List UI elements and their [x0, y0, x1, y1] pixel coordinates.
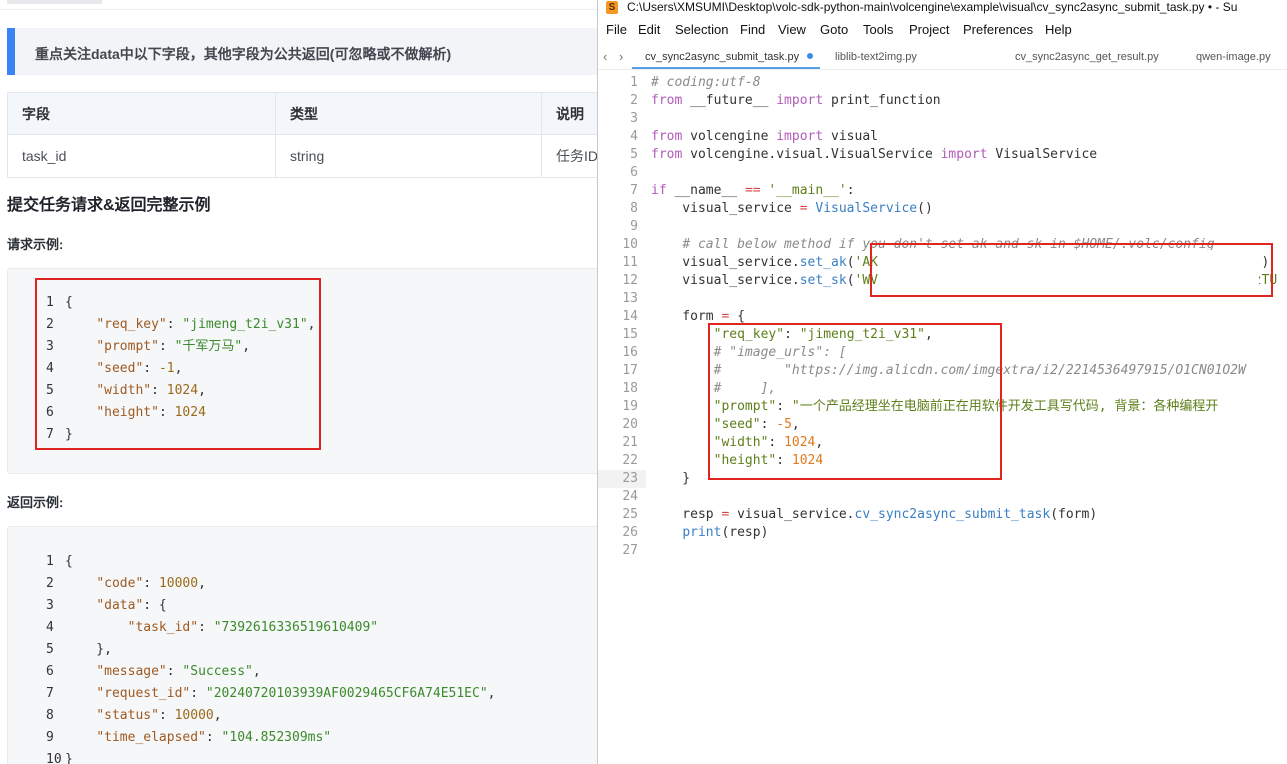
- menu-goto[interactable]: Goto: [820, 22, 848, 37]
- divider: [0, 9, 598, 10]
- code-text-area[interactable]: # coding:utf-8 from __future__ import pr…: [651, 74, 1277, 560]
- menu-view[interactable]: View: [778, 22, 806, 37]
- table-header: 类型: [275, 92, 542, 135]
- request-example-label: 请求示例:: [7, 237, 64, 252]
- response-example-label: 返回示例:: [7, 495, 64, 510]
- table-header: 说明: [541, 92, 598, 135]
- truncated-heading: [7, 0, 102, 4]
- table-row: task_id string 任务ID: [7, 134, 598, 178]
- menu-tools[interactable]: Tools: [863, 22, 893, 37]
- tab-liblib-text2img[interactable]: liblib-text2img.py: [835, 51, 917, 63]
- menu-find[interactable]: Find: [740, 22, 765, 37]
- highlight-box: [35, 278, 321, 450]
- menu-preferences[interactable]: Preferences: [963, 22, 1033, 37]
- unsaved-dot-icon: [807, 53, 814, 59]
- active-tab-indicator: [632, 67, 820, 69]
- chevron-left-icon[interactable]: ‹: [603, 49, 607, 64]
- notice-text: 重点关注data中以下字段，其他字段为公共返回(可忽略或不做解析): [35, 46, 452, 62]
- menu-help[interactable]: Help: [1045, 22, 1072, 37]
- chevron-right-icon[interactable]: ›: [619, 49, 623, 64]
- response-code-block: 1{ 2 "code": 10000, 3 "data": { 4 "task_…: [7, 526, 598, 764]
- tab-qwen-image[interactable]: qwen-image.py: [1196, 51, 1271, 63]
- fields-table: 字段 类型 说明 task_id string 任务ID: [7, 92, 598, 178]
- notice-callout: 重点关注data中以下字段，其他字段为公共返回(可忽略或不做解析): [7, 28, 598, 75]
- highlight-box: [708, 323, 1002, 480]
- highlight-box: [870, 243, 1273, 297]
- title-bar: S C:\Users\XMSUMI\Desktop\volc-sdk-pytho…: [598, 0, 1287, 16]
- table-header: 字段: [7, 92, 276, 135]
- tab-cv-sync2async-submit-task[interactable]: cv_sync2async_submit_task.py: [645, 51, 814, 63]
- table-cell: task_id: [7, 134, 276, 178]
- line-number-gutter: 12345 6 7 8 9 10 11 12 13 14 15 16 17 18 19 20 21 22 2…: [622, 75, 638, 558]
- table-cell: string: [275, 134, 542, 178]
- section-title: 提交任务请求&返回完整示例: [7, 197, 211, 214]
- menu-selection[interactable]: Selection: [675, 22, 728, 37]
- menu-edit[interactable]: Edit: [638, 22, 660, 37]
- doc-page: 重点关注data中以下字段，其他字段为公共返回(可忽略或不做解析) 字段 类型 …: [0, 0, 598, 764]
- sublime-logo-icon: S: [606, 1, 618, 14]
- menu-project[interactable]: Project: [909, 22, 949, 37]
- tab-cv-sync2async-get-result[interactable]: cv_sync2async_get_result.py: [1015, 51, 1159, 63]
- code-lines: 1{ 2 "code": 10000, 3 "data": { 4 "task_…: [46, 554, 496, 764]
- menu-file[interactable]: File: [606, 22, 627, 37]
- table-header-row: 字段 类型 说明: [7, 92, 598, 135]
- window-title: C:\Users\XMSUMI\Desktop\volc-sdk-python-…: [627, 0, 1238, 14]
- code-editor-window[interactable]: S C:\Users\XMSUMI\Desktop\volc-sdk-pytho…: [597, 0, 1287, 764]
- table-cell: 任务ID: [541, 134, 598, 178]
